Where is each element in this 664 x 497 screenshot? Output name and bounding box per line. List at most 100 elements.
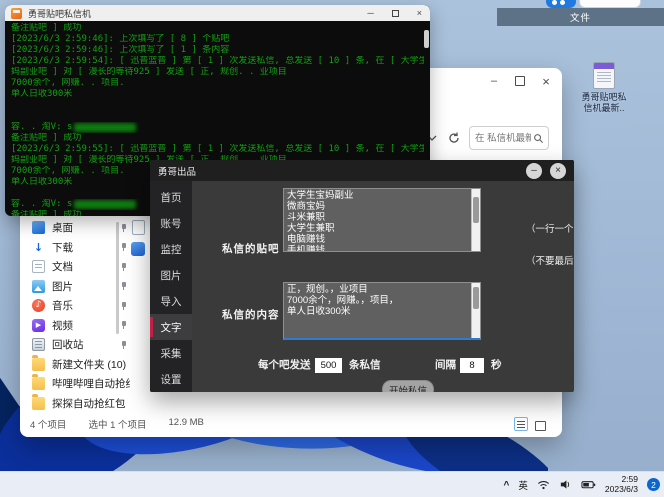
clipped-window-pill xyxy=(546,0,576,8)
terminal-line-text: 备注贴吧 ] 成功 xyxy=(11,133,82,143)
nav-item[interactable]: 监控 xyxy=(150,237,192,263)
terminal-line: 备注贴吧 ] 成功 xyxy=(11,133,424,144)
nav-item[interactable]: 设置 xyxy=(150,366,192,392)
nav-item[interactable]: 文字 xyxy=(150,314,192,341)
status-item-count: 4 个项目 xyxy=(30,420,67,431)
terminal-title: 勇哥贴吧私信机 xyxy=(28,8,92,19)
sidebar-scrollbar[interactable] xyxy=(116,222,119,334)
terminal-line-text: 7000余个, 网赚. . 项目. xyxy=(11,166,125,176)
tieba-list-input[interactable] xyxy=(284,189,471,251)
desktop: 文件 勇哥贴吧私 信机最新.. 桌面 xyxy=(0,0,664,497)
wifi-icon[interactable] xyxy=(537,478,550,491)
sidebar-item[interactable]: 视频 xyxy=(28,316,130,336)
language-indicator[interactable]: 英 xyxy=(518,478,528,492)
send-count-input[interactable] xyxy=(315,358,342,373)
sidebar-item-label: 视频 xyxy=(52,319,73,332)
interval-input[interactable] xyxy=(460,358,484,373)
close-icon[interactable]: × xyxy=(550,162,566,179)
file-icon xyxy=(132,220,145,235)
terminal-line-text: 单人日收300米 xyxy=(11,177,73,187)
file-type-icon xyxy=(32,221,45,235)
terminal-app-icon xyxy=(11,7,22,19)
terminal-titlebar[interactable]: 勇哥贴吧私信机 ─ × xyxy=(5,5,430,21)
sidebar-item[interactable]: 回收站 xyxy=(28,335,130,355)
file-type-icon xyxy=(32,393,45,410)
sidebar-item[interactable]: 桌面 xyxy=(28,218,130,238)
file-type-icon xyxy=(32,279,45,293)
tieba-list-field xyxy=(283,188,481,252)
pin-icon xyxy=(119,281,128,291)
speaker-icon[interactable] xyxy=(559,478,572,491)
pin-icon xyxy=(119,301,128,311)
start-button[interactable]: 开始私信 xyxy=(382,380,434,392)
app-window: 勇哥出品 – × 首页账号监控图片导入文字采集设置 私信的贴吧 （一行一个吧名）… xyxy=(150,160,574,392)
file-type-icon xyxy=(32,241,45,254)
nav-item[interactable]: 账号 xyxy=(150,211,192,237)
desktop-shortcut[interactable]: 勇哥贴吧私 信机最新.. xyxy=(574,62,634,114)
refresh-icon[interactable] xyxy=(447,131,461,145)
terminal-line: 备注贴吧 ] 成功 xyxy=(11,23,424,34)
tieba-field-label: 私信的贴吧 xyxy=(222,243,280,255)
pin-icon xyxy=(119,340,128,350)
file-type-icon xyxy=(32,260,45,274)
sidebar-item[interactable]: 哔哩哔哩自动抢红包 xyxy=(28,374,130,394)
tray-expand-icon[interactable]: ^ xyxy=(504,480,510,491)
sidebar-item-label: 桌面 xyxy=(52,222,73,235)
terminal-line: 单人日收300米 xyxy=(11,89,424,100)
status-bar: 4 个项目 选中 1 个项目 12.9 MB xyxy=(30,417,204,431)
battery-icon[interactable] xyxy=(581,478,596,491)
list-view-icon[interactable] xyxy=(514,417,528,431)
terminal-line: [2023/6/3 2:59:46]: 上次填写了 [ 1 ] 条内容 xyxy=(11,45,424,56)
search-input[interactable] xyxy=(473,131,533,145)
maximize-icon[interactable] xyxy=(512,74,528,88)
nav-item[interactable]: 导入 xyxy=(150,289,192,315)
content-field-label: 私信的内容 xyxy=(222,309,280,321)
sidebar-item-label: 文档 xyxy=(52,261,73,274)
sidebar-item-label: 音乐 xyxy=(52,300,73,313)
close-icon[interactable]: × xyxy=(417,8,422,18)
maximize-icon[interactable] xyxy=(391,9,399,17)
terminal-line: [2023/6/3 2:59:55]: [ 迅普蓝普 ] 第 [ 1 ] 次发送… xyxy=(11,144,424,155)
interval-unit: 秒 xyxy=(491,359,502,371)
hint-one-per-line: （一行一个吧名） xyxy=(526,224,574,235)
terminal-line-text: [2023/6/3 2:59:46]: 上次填写了 [ 8 ] 个贴吧 xyxy=(11,34,230,44)
terminal-line-text: 妈副业吧 ] 对 [ 漫长的等待925 ] 发送 [ 正, 规创. . 业项目 xyxy=(11,67,287,77)
file-type-icon xyxy=(32,338,45,352)
notification-badge[interactable]: 2 xyxy=(647,478,660,491)
minimize-icon[interactable] xyxy=(486,74,502,88)
nav-item[interactable]: 采集 xyxy=(150,340,192,366)
file-menu-button[interactable]: 文件 xyxy=(497,8,664,26)
thumbnail-view-icon[interactable] xyxy=(532,417,546,431)
send-count-suffix: 条私信 xyxy=(349,359,381,371)
sidebar-item-label: 新建文件夹 (10) xyxy=(52,358,127,371)
sidebar-item-label: 探探自动抢红包 xyxy=(52,397,126,410)
search-icon xyxy=(534,133,544,143)
message-content-input[interactable] xyxy=(284,283,471,338)
app-titlebar[interactable]: 勇哥出品 – × xyxy=(150,160,574,181)
sidebar-item[interactable]: 音乐 xyxy=(28,296,130,316)
minimize-icon[interactable]: – xyxy=(526,162,542,179)
scrollbar[interactable] xyxy=(471,189,480,251)
close-icon[interactable] xyxy=(538,74,554,88)
file-type-icon xyxy=(32,318,45,332)
minimize-icon[interactable]: ─ xyxy=(367,8,373,18)
sidebar-item[interactable]: 新建文件夹 (10) xyxy=(28,354,130,375)
clock[interactable]: 2:59 2023/6/3 xyxy=(604,474,638,494)
shortcut-label-line2: 信机最新.. xyxy=(583,103,625,113)
sidebar-item[interactable]: 下载 xyxy=(28,238,130,258)
terminal-line-text: 容. . 淘V: s xyxy=(11,199,73,209)
scrollbar[interactable] xyxy=(471,283,480,338)
terminal-scrollbar[interactable] xyxy=(424,30,429,48)
nav-item[interactable]: 首页 xyxy=(150,185,192,211)
sidebar-item[interactable]: 文档 xyxy=(28,257,130,277)
sidebar-item[interactable]: 探探自动抢红包 xyxy=(28,393,130,414)
nav-item[interactable]: 图片 xyxy=(150,263,192,289)
date: 2023/6/3 xyxy=(604,483,638,494)
message-content-field xyxy=(283,282,481,340)
file-icon xyxy=(131,242,145,256)
pin-icon xyxy=(119,223,128,233)
sidebar-item[interactable]: 图片 xyxy=(28,277,130,297)
sidebar-item-label: 下载 xyxy=(52,241,73,254)
